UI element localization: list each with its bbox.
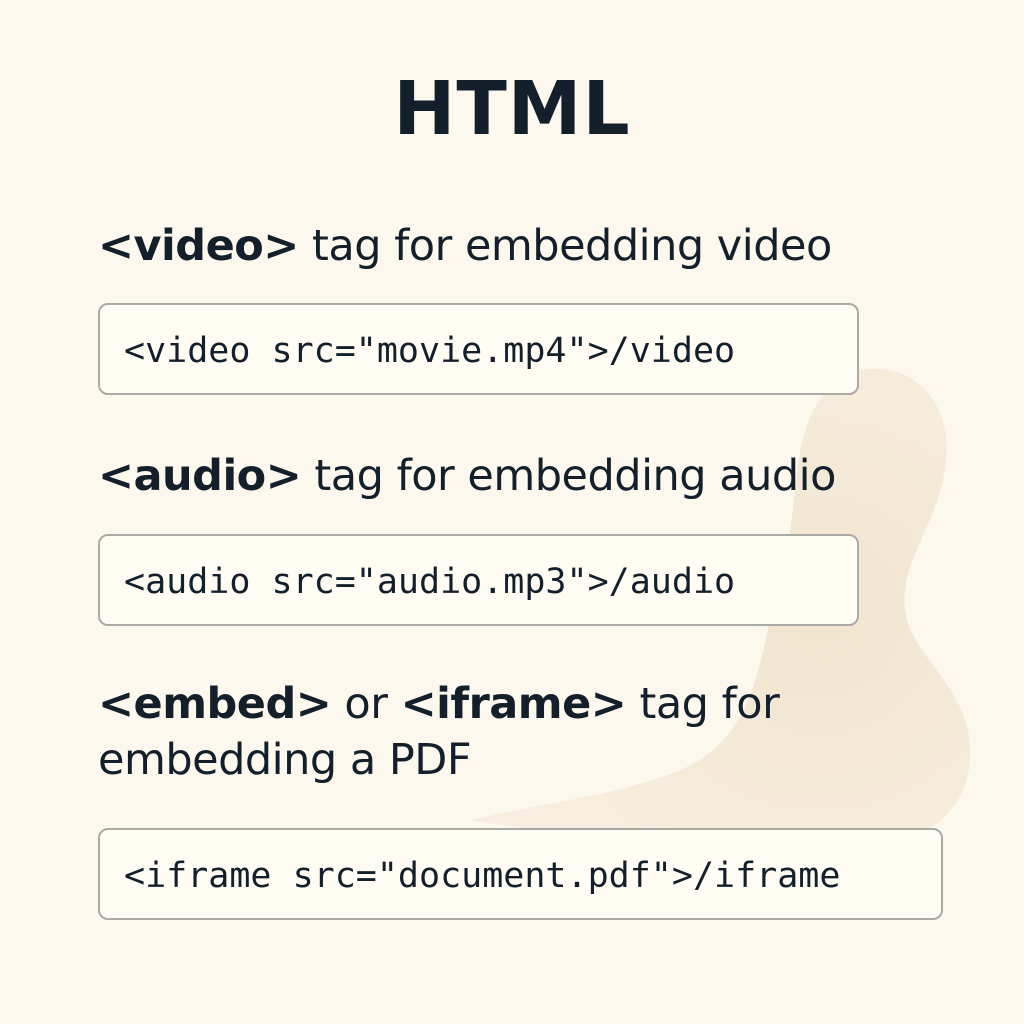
iframe-code-box: <iframe src="document.pdf">/iframe xyxy=(98,828,943,920)
pdf-heading-description: tag for xyxy=(626,679,780,729)
page-title: HTML xyxy=(393,66,631,152)
video-code-text: <video src="movie.mp4">/video xyxy=(124,331,736,371)
pdf-heading-connector: or xyxy=(331,679,401,729)
video-tag-label: <video> xyxy=(98,221,299,271)
pdf-heading-description-line2: embedding a PDF xyxy=(98,735,472,785)
audio-tag-label: <audio> xyxy=(98,451,302,501)
audio-heading-description: tag for embedding audio xyxy=(301,451,836,501)
audio-heading: <audio> tag for embedding audio xyxy=(98,448,836,504)
video-heading: <video> tag for embedding video xyxy=(98,218,832,274)
iframe-code-text: <iframe src="document.pdf">/iframe xyxy=(124,856,841,896)
audio-code-text: <audio src="audio.mp3">/audio xyxy=(124,562,736,602)
pdf-heading: <embed> or <iframe> tag for embedding a P… xyxy=(98,676,780,788)
iframe-tag-label: <iframe> xyxy=(400,679,627,729)
video-heading-description: tag for embedding video xyxy=(298,221,832,271)
audio-code-box: <audio src="audio.mp3">/audio xyxy=(98,534,859,626)
video-code-box: <video src="movie.mp4">/video xyxy=(98,303,859,395)
embed-tag-label: <embed> xyxy=(98,679,332,729)
